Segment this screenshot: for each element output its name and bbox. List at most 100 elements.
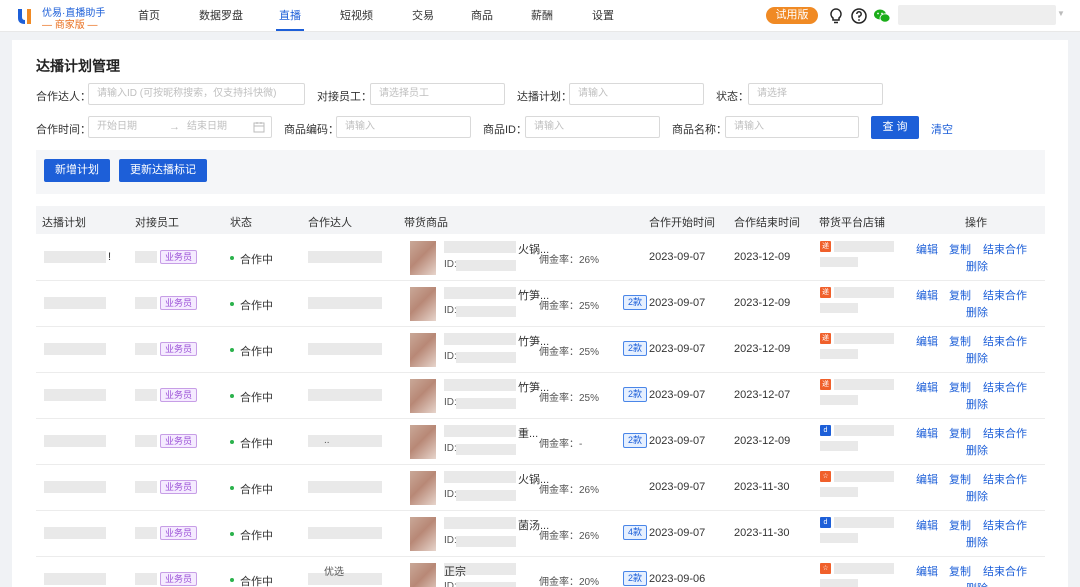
edit-link[interactable]: 编辑 [916,379,938,395]
plan-name-redacted[interactable] [44,297,106,309]
product-count-badge[interactable]: 4款 [623,525,648,540]
edit-link[interactable]: 编辑 [916,563,938,579]
status-select[interactable]: 请选择 [748,83,883,105]
end-cooperation-link[interactable]: 结束合作 [983,471,1027,487]
delete-link[interactable]: 删除 [966,442,988,458]
action-toolbar: 新增计划 更新达播标记 [36,150,1045,194]
copy-link[interactable]: 复制 [949,379,971,395]
product-count-badge[interactable]: 2款 [623,571,648,586]
delete-link[interactable]: 删除 [966,258,988,274]
plan-name-redacted[interactable] [44,527,106,539]
partner-name-redacted[interactable] [308,343,382,355]
copy-link[interactable]: 复制 [949,517,971,533]
nav-salary[interactable]: 薪酬 [531,7,553,23]
status-text: 合作中 [240,254,273,266]
product-title[interactable]: 重... [518,425,538,441]
trial-badge[interactable]: 试用版 [766,7,818,24]
end-cooperation-link[interactable]: 结束合作 [983,563,1027,579]
partner-name-redacted[interactable] [308,435,382,447]
update-mark-button[interactable]: 更新达播标记 [119,159,207,182]
help-icon[interactable] [850,7,868,25]
end-cooperation-link[interactable]: 结束合作 [983,425,1027,441]
nav-trade[interactable]: 交易 [412,7,434,23]
edit-link[interactable]: 编辑 [916,471,938,487]
product-thumbnail[interactable] [410,333,436,367]
product-title[interactable]: 正宗 [444,563,466,579]
app-logo[interactable]: 优易·直播助手 — 商家版 — [16,2,126,31]
end-cooperation-link[interactable]: 结束合作 [983,241,1027,257]
delete-link[interactable]: 删除 [966,534,988,550]
copy-link[interactable]: 复制 [949,471,971,487]
product-id-input[interactable]: 请输入 [525,116,660,138]
copy-link[interactable]: 复制 [949,287,971,303]
partner-name-redacted[interactable] [308,481,382,493]
end-cooperation-link[interactable]: 结束合作 [983,287,1027,303]
edit-link[interactable]: 编辑 [916,517,938,533]
plan-name-redacted[interactable] [44,435,106,447]
delete-link[interactable]: 删除 [966,304,988,320]
product-id-text: ID: [444,443,457,454]
end-date-field[interactable]: 结束日期 [187,117,227,137]
nav-settings[interactable]: 设置 [592,7,614,23]
add-plan-button[interactable]: 新增计划 [44,159,110,182]
date-range-picker[interactable]: 开始日期 → 结束日期 [88,116,272,138]
delete-link[interactable]: 删除 [966,488,988,504]
copy-link[interactable]: 复制 [949,563,971,579]
partner-name-redacted[interactable] [308,389,382,401]
partner-name-redacted[interactable] [308,573,382,585]
nav-product[interactable]: 商品 [471,7,493,23]
staff-name-redacted [135,389,157,401]
nav-short-video[interactable]: 短视频 [340,7,373,23]
plan-name-redacted[interactable] [44,251,106,263]
wechat-icon[interactable] [873,7,891,25]
product-thumbnail[interactable] [410,379,436,413]
user-account-selector[interactable] [898,5,1056,25]
bulb-icon[interactable] [827,7,845,25]
product-thumbnail[interactable] [410,517,436,551]
code-input[interactable]: 请输入 [336,116,471,138]
end-cooperation-link[interactable]: 结束合作 [983,517,1027,533]
copy-link[interactable]: 复制 [949,333,971,349]
delete-link[interactable]: 删除 [966,396,988,412]
end-cooperation-link[interactable]: 结束合作 [983,379,1027,395]
product-id-text: ID: [444,535,457,546]
product-name-input[interactable]: 请输入 [725,116,859,138]
delete-link[interactable]: 删除 [966,350,988,366]
product-thumbnail[interactable] [410,287,436,321]
nav-home[interactable]: 首页 [138,7,160,23]
product-thumbnail[interactable] [410,241,436,275]
start-date-field[interactable]: 开始日期 [97,117,137,137]
copy-link[interactable]: 复制 [949,241,971,257]
edit-link[interactable]: 编辑 [916,333,938,349]
partner-name-redacted[interactable] [308,251,382,263]
plan-name-redacted[interactable] [44,343,106,355]
nav-data-compass[interactable]: 数据罗盘 [199,7,243,23]
partner-name-redacted[interactable] [308,297,382,309]
col-end: 合作结束时间 [734,217,800,229]
nav-live[interactable]: 直播 [279,7,301,23]
chevron-down-icon[interactable]: ▼ [1057,9,1065,18]
edit-link[interactable]: 编辑 [916,425,938,441]
copy-link[interactable]: 复制 [949,425,971,441]
edit-link[interactable]: 编辑 [916,241,938,257]
plan-name-redacted[interactable] [44,389,106,401]
product-thumbnail[interactable] [410,563,436,587]
end-cooperation-link[interactable]: 结束合作 [983,333,1027,349]
product-thumbnail[interactable] [410,471,436,505]
clear-link[interactable]: 清空 [931,121,953,137]
query-button[interactable]: 查 询 [871,116,919,139]
partner-input[interactable]: 请输入ID (可按昵称搜索，仅支持抖快微) [88,83,305,105]
staff-select[interactable]: 请选择员工 [370,83,505,105]
product-thumbnail[interactable] [410,425,436,459]
partner-name-redacted[interactable] [308,527,382,539]
product-count-badge[interactable]: 2款 [623,295,648,310]
plan-name-redacted[interactable] [44,573,106,585]
plan-input[interactable]: 请输入 [569,83,704,105]
product-count-badge[interactable]: 2款 [623,387,648,402]
product-count-badge[interactable]: 2款 [623,433,648,448]
product-count-badge[interactable]: 2款 [623,341,648,356]
shop-sub-redacted [820,257,858,267]
edit-link[interactable]: 编辑 [916,287,938,303]
plan-name-redacted[interactable] [44,481,106,493]
delete-link[interactable]: 删除 [966,580,988,587]
